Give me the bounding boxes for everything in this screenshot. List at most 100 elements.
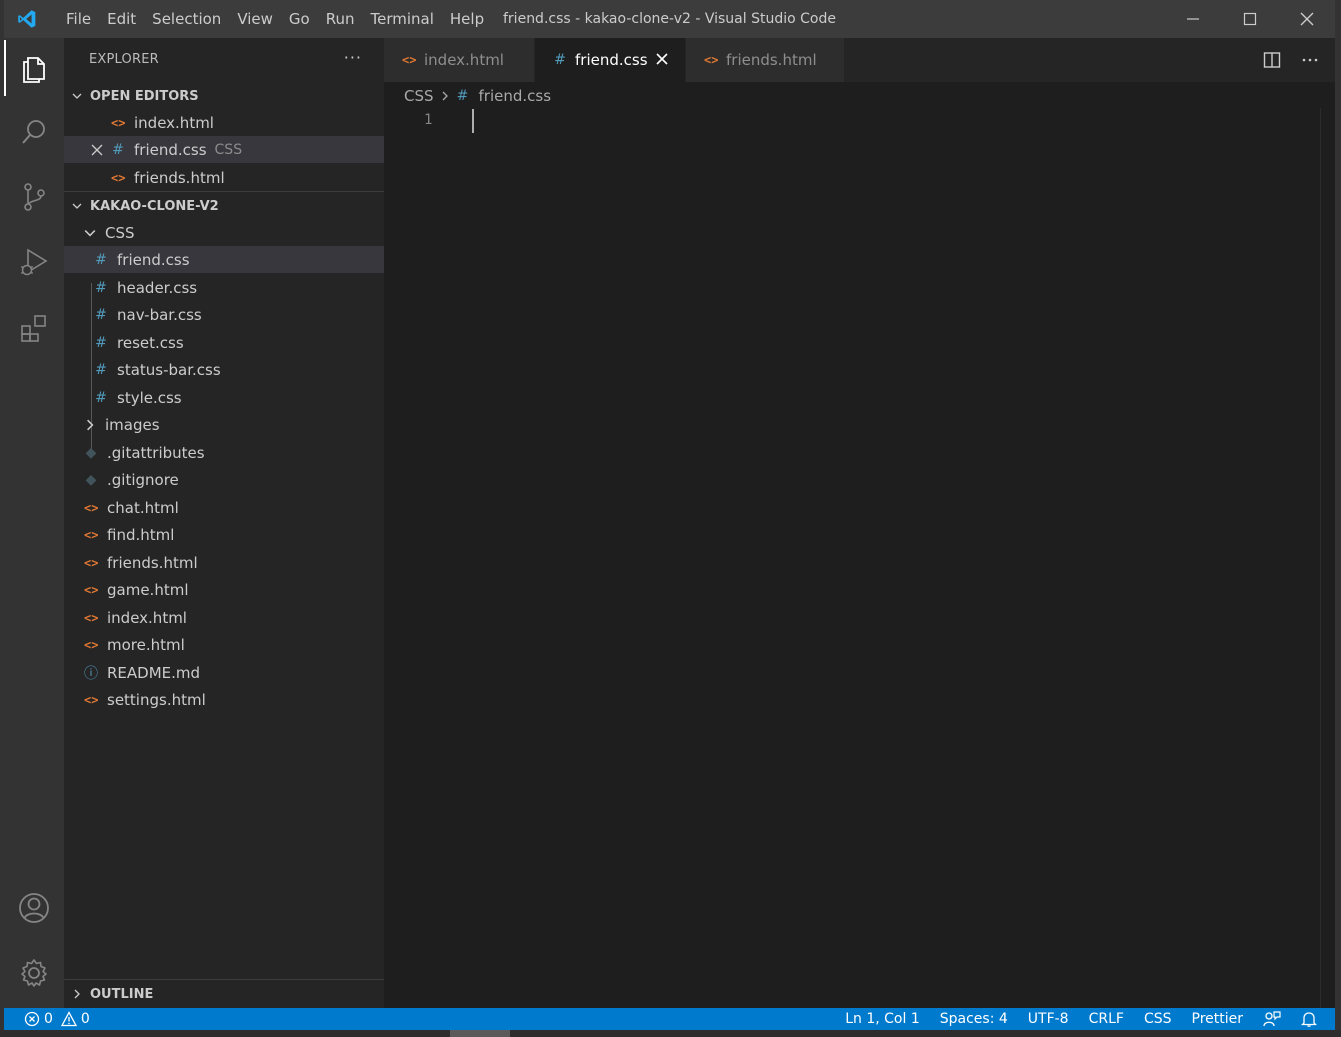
file-item[interactable]: # reset.css [64,329,384,356]
vertical-scrollbar[interactable] [1320,108,1335,1008]
activity-accounts[interactable] [4,880,64,936]
chevron-right-icon [74,989,80,999]
html-file-icon: <> [704,53,719,67]
vscode-logo-icon [18,10,36,28]
file-item[interactable]: # header.css [64,274,384,301]
open-editors-header[interactable]: OPEN EDITORS [64,83,384,109]
file-item[interactable]: ◆ .gitignore [64,466,384,493]
file-item[interactable]: # nav-bar.css [64,301,384,328]
folder-images[interactable]: images [64,411,384,438]
activity-search[interactable] [4,104,64,160]
file-item[interactable]: ⓘ README.md [64,659,384,686]
menu-view[interactable]: View [229,0,281,38]
menu-terminal[interactable]: Terminal [363,0,442,38]
close-editor-icon[interactable] [91,144,103,156]
menu-help[interactable]: Help [442,0,492,38]
chevron-down-icon [84,229,96,237]
encoding[interactable]: UTF-8 [1018,1011,1079,1027]
file-item[interactable]: <> index.html [64,604,384,631]
tab-label: index.html [424,51,504,69]
sidebar-title: EXPLORER [89,52,159,67]
section-divider [64,191,384,192]
file-item[interactable]: <> game.html [64,576,384,603]
activity-manage[interactable] [4,945,64,1001]
file-item[interactable]: <> chat.html [64,494,384,521]
open-editor-label: friend.css [134,140,207,159]
css-file-icon: # [95,389,107,406]
file-item[interactable]: <> settings.html [64,686,384,713]
activity-source-control[interactable] [4,169,64,225]
scroll-handle[interactable] [450,1030,510,1037]
feedback-button[interactable] [1253,1011,1291,1027]
editor-more-button[interactable] [1291,51,1329,69]
breadcrumb-file[interactable]: friend.css [479,87,552,105]
active-indicator [4,40,6,96]
language-mode[interactable]: CSS [1134,1011,1182,1027]
minimize-button[interactable] [1164,0,1221,38]
git-file-icon: ◆ [85,471,97,488]
file-item[interactable]: ◆ .gitattributes [64,439,384,466]
section-divider [64,979,384,980]
window-controls [1164,0,1335,38]
file-label: README.md [107,663,201,682]
end-of-line[interactable]: CRLF [1079,1011,1134,1027]
menu-file[interactable]: File [58,0,99,38]
activity-run-debug[interactable] [4,234,64,290]
file-label: more.html [107,635,185,654]
text-cursor[interactable] [472,109,474,133]
activity-extensions[interactable] [4,300,64,356]
info-file-icon: ⓘ [84,665,98,682]
file-label: friends.html [107,553,198,572]
file-label: status-bar.css [117,360,221,379]
open-editors-label: OPEN EDITORS [90,88,199,104]
menu-edit[interactable]: Edit [99,0,144,38]
activity-explorer[interactable] [4,40,64,96]
explorer-sidebar: EXPLORER ··· OPEN EDITORS <> index.html … [64,38,384,1008]
menu-go[interactable]: Go [281,0,318,38]
css-file-icon: # [95,361,107,378]
folder-css[interactable]: CSS [64,219,384,246]
cursor-position[interactable]: Ln 1, Col 1 [835,1011,930,1027]
warning-icon [60,1011,77,1027]
chevron-down-icon [72,93,82,99]
outline-header[interactable]: OUTLINE [64,981,384,1007]
css-file-icon: # [456,88,469,104]
tab-friend-css[interactable]: # friend.css [535,38,685,82]
menu-selection[interactable]: Selection [144,0,229,38]
project-header[interactable]: KAKAO-CLONE-V2 [64,193,384,219]
indentation[interactable]: Spaces: 4 [930,1011,1018,1027]
close-tab-icon[interactable] [653,50,671,68]
formatter[interactable]: Prettier [1182,1011,1254,1027]
css-file-icon: # [112,141,124,158]
taskbar-edge [0,1030,1341,1037]
file-label: index.html [107,608,187,627]
tab-index-html[interactable]: <> index.html [384,38,534,82]
problems-indicator[interactable]: 0 0 [24,1008,90,1030]
maximize-button[interactable] [1221,0,1278,38]
open-editor-item[interactable]: <> friends.html [64,164,384,191]
open-editor-item-active[interactable]: # friend.css CSS [64,136,384,163]
breadcrumb-folder[interactable]: CSS [404,87,434,105]
notifications-button[interactable] [1291,1011,1335,1027]
file-item-selected[interactable]: # friend.css [64,246,384,273]
file-item[interactable]: # style.css [64,384,384,411]
chevron-right-icon [442,91,448,101]
title-bar: File Edit Selection View Go Run Terminal… [4,0,1335,38]
menu-run[interactable]: Run [318,0,363,38]
sidebar-more-button[interactable]: ··· [344,48,362,67]
file-item[interactable]: <> friends.html [64,549,384,576]
activity-bar [4,38,64,1008]
split-editor-button[interactable] [1253,51,1291,69]
file-label: header.css [117,278,198,297]
open-editor-item[interactable]: <> index.html [64,109,384,136]
tab-label: friends.html [726,51,817,69]
run-debug-icon [21,248,48,276]
file-item[interactable]: <> find.html [64,521,384,548]
file-item[interactable]: <> more.html [64,631,384,658]
chevron-down-icon [72,203,82,209]
tab-friends-html[interactable]: <> friends.html [686,38,844,82]
file-item[interactable]: # status-bar.css [64,356,384,383]
file-label: .gitignore [107,470,179,489]
warning-count: 0 [80,1011,90,1027]
close-window-button[interactable] [1278,0,1335,38]
